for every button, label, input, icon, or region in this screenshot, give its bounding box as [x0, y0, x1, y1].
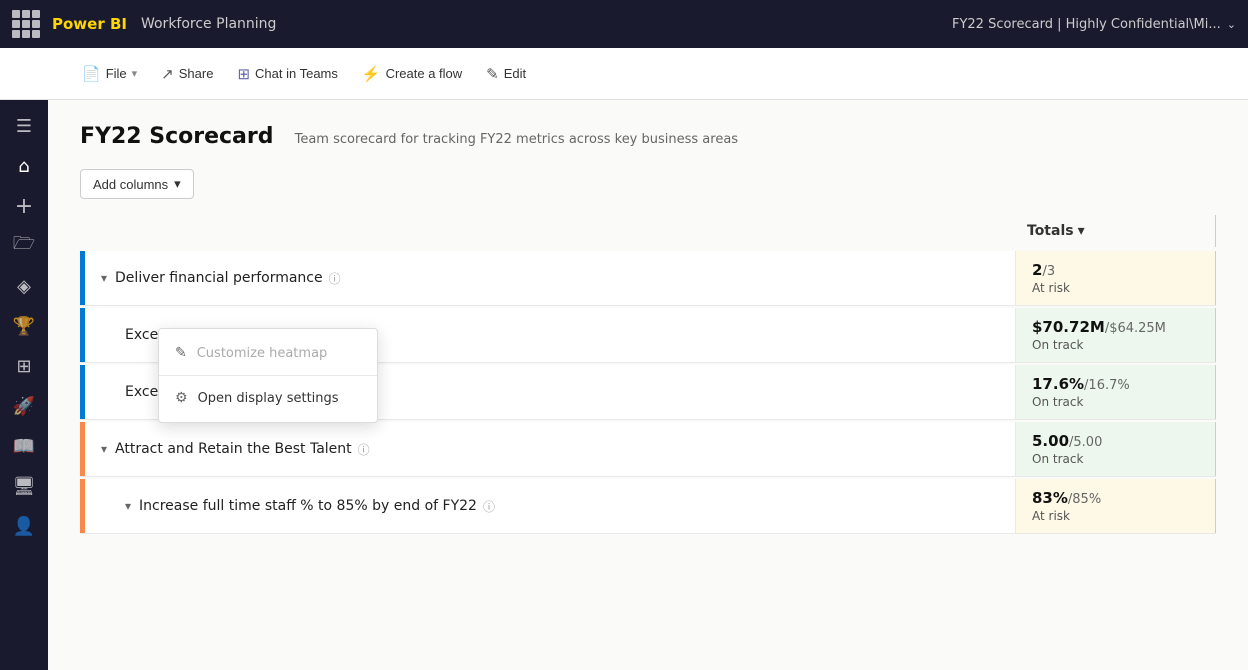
sidebar-item-trophy[interactable]: 🏆 [6, 308, 42, 344]
main-layout: ☰ ⌂ + 🗁 ◈ 🏆 ⊞ 🚀 📖 🖥 👤 FY22 Scorecard Tea… [0, 100, 1248, 670]
row-value-cell: $70.72M/$64.25M On track [1015, 308, 1215, 362]
app-brand: Power BI [52, 15, 127, 33]
edit-icon: ✎ [486, 65, 499, 83]
main-content: FY22 Scorecard Team scorecard for tracki… [48, 100, 1248, 670]
file-chevron-icon: ▾ [132, 67, 138, 80]
row-content: ▾ Deliver financial performance ⓘ [85, 251, 1015, 305]
scorecard-header: Totals ▾ [80, 215, 1216, 247]
row-status: On track [1032, 452, 1199, 466]
display-settings-icon: ⚙ [175, 390, 188, 406]
row-value: $70.72M/$64.25M [1032, 318, 1199, 336]
create-flow-button[interactable]: ⚡ Create a flow [352, 59, 472, 89]
row-status: On track [1032, 338, 1199, 352]
sidebar-item-monitor[interactable]: 🖥 [6, 468, 42, 504]
customize-heatmap-icon: ✎ [175, 345, 187, 361]
row-info-icon[interactable]: ⓘ [329, 270, 341, 287]
share-button[interactable]: ↗ Share [151, 59, 223, 89]
row-value-cell: 2/3 At risk [1015, 251, 1215, 305]
page-title: FY22 Scorecard [80, 124, 274, 149]
row-expand-icon[interactable]: ▾ [101, 271, 107, 285]
row-status: At risk [1032, 509, 1199, 523]
add-columns-button[interactable]: Add columns ▾ [80, 169, 194, 199]
row-label: Attract and Retain the Best Talent [115, 441, 352, 457]
teams-icon: ⊞ [237, 65, 250, 83]
app-grid-icon[interactable] [12, 10, 40, 38]
row-expand-icon[interactable]: ▾ [125, 499, 131, 513]
row-info-icon[interactable]: ⓘ [358, 441, 370, 458]
row-value: 17.6%/16.7% [1032, 375, 1199, 393]
row-value: 2/3 [1032, 261, 1199, 279]
sidebar-item-add[interactable]: + [6, 188, 42, 224]
dropdown-separator [159, 375, 377, 376]
chat-in-teams-button[interactable]: ⊞ Chat in Teams [227, 59, 347, 89]
table-row: ▾ Increase full time staff % to 85% by e… [80, 479, 1216, 534]
add-columns-dropdown: ✎ Customize heatmap ⚙ Open display setti… [158, 328, 378, 423]
row-status: At risk [1032, 281, 1199, 295]
row-value-cell: 17.6%/16.7% On track [1015, 365, 1215, 419]
header-meta-chevron[interactable]: ⌄ [1227, 18, 1236, 31]
share-icon: ↗ [161, 65, 174, 83]
row-value: 5.00/5.00 [1032, 432, 1199, 450]
totals-chevron-icon: ▾ [1078, 223, 1085, 239]
file-icon: 📄 [82, 65, 101, 83]
report-title: Workforce Planning [141, 16, 276, 32]
totals-column-header[interactable]: Totals ▾ [1015, 215, 1215, 247]
add-columns-chevron-icon: ▾ [174, 176, 181, 192]
sidebar-item-data[interactable]: ◈ [6, 268, 42, 304]
top-nav: Power BI Workforce Planning FY22 Scoreca… [0, 0, 1248, 48]
page-header: FY22 Scorecard Team scorecard for tracki… [80, 124, 1216, 149]
toolbar: 📄 File ▾ ↗ Share ⊞ Chat in Teams ⚡ Creat… [0, 48, 1248, 100]
sidebar-item-person[interactable]: 👤 [6, 508, 42, 544]
row-expand-icon[interactable]: ▾ [101, 442, 107, 456]
sidebar-item-dashboard[interactable]: ⊞ [6, 348, 42, 384]
header-meta: FY22 Scorecard | Highly Confidential\Mi.… [952, 17, 1236, 32]
row-value-cell: 5.00/5.00 On track [1015, 422, 1215, 476]
row-value-cell: 83%/85% At risk [1015, 479, 1215, 533]
sidebar-item-book[interactable]: 📖 [6, 428, 42, 464]
row-info-icon[interactable]: ⓘ [483, 498, 495, 515]
sidebar: ☰ ⌂ + 🗁 ◈ 🏆 ⊞ 🚀 📖 🖥 👤 [0, 100, 48, 670]
row-value: 83%/85% [1032, 489, 1199, 507]
row-content: ▾ Attract and Retain the Best Talent ⓘ [85, 422, 1015, 476]
row-content: ▾ Increase full time staff % to 85% by e… [85, 479, 1015, 533]
sidebar-item-folder[interactable]: 🗁 [6, 228, 42, 264]
edit-button[interactable]: ✎ Edit [476, 59, 536, 89]
dropdown-item-customize-heatmap: ✎ Customize heatmap [159, 335, 377, 371]
sidebar-item-hamburger[interactable]: ☰ [6, 108, 42, 144]
table-row: ▾ Deliver financial performance ⓘ 2/3 At… [80, 251, 1216, 306]
flow-icon: ⚡ [362, 65, 381, 83]
sidebar-item-rocket[interactable]: 🚀 [6, 388, 42, 424]
row-label: Increase full time staff % to 85% by end… [139, 498, 477, 514]
table-row: ▾ Attract and Retain the Best Talent ⓘ 5… [80, 422, 1216, 477]
sidebar-item-home[interactable]: ⌂ [6, 148, 42, 184]
dropdown-item-open-display-settings[interactable]: ⚙ Open display settings [159, 380, 377, 416]
row-label: Deliver financial performance [115, 270, 323, 286]
row-status: On track [1032, 395, 1199, 409]
page-subtitle: Team scorecard for tracking FY22 metrics… [295, 132, 738, 147]
file-button[interactable]: 📄 File ▾ [72, 59, 147, 89]
